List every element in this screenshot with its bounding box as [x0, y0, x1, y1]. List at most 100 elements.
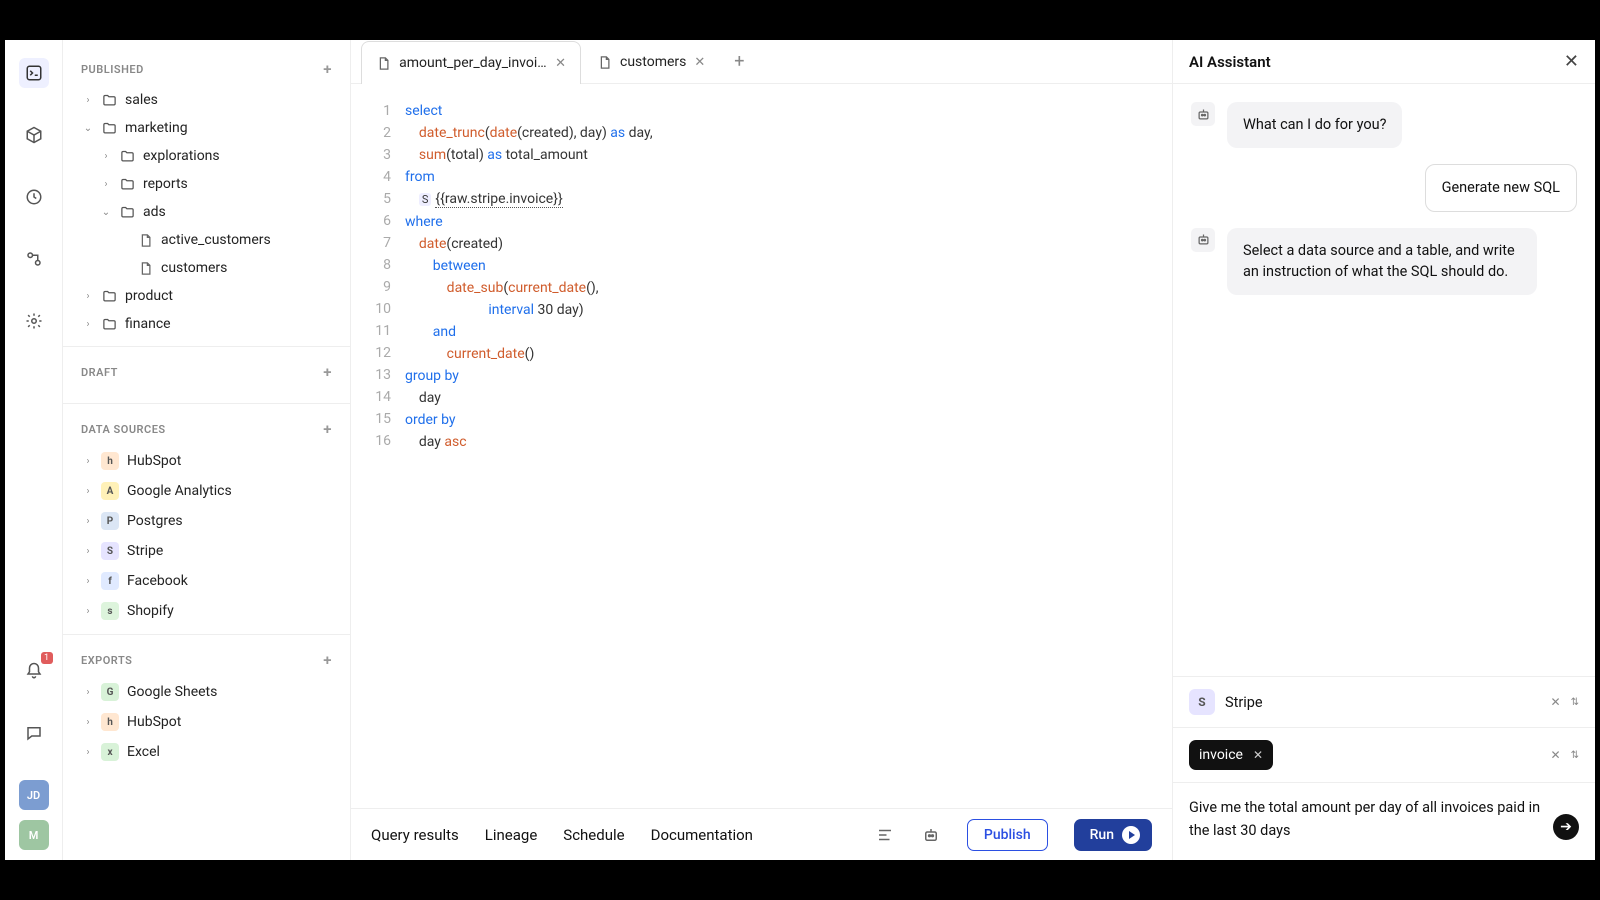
user-message[interactable]: Generate new SQL — [1425, 164, 1577, 212]
add-draft-icon[interactable]: + — [323, 363, 332, 381]
tab-lineage[interactable]: Lineage — [485, 826, 538, 844]
sidebar: PUBLISHED + ›sales⌄marketing›exploration… — [63, 40, 351, 860]
send-button[interactable]: ➔ — [1553, 814, 1579, 840]
history-icon[interactable] — [19, 182, 49, 212]
publish-button[interactable]: Publish — [967, 819, 1048, 851]
chevron-updown-icon[interactable]: ⇅ — [1571, 750, 1579, 761]
table-chip: invoice ✕ — [1189, 740, 1273, 770]
tree-item-stripe[interactable]: ›SStripe — [63, 536, 350, 566]
tree-item-google-sheets[interactable]: ›GGoogle Sheets — [63, 677, 350, 707]
source-icon: s — [101, 602, 119, 620]
chevron-icon: › — [83, 747, 93, 758]
models-icon[interactable] — [19, 244, 49, 274]
cube-icon[interactable] — [19, 120, 49, 150]
tree-item-facebook[interactable]: ›fFacebook — [63, 566, 350, 596]
chevron-icon: › — [83, 546, 93, 557]
sql-editor[interactable]: 12345678910111213141516 select date_trun… — [351, 84, 1172, 808]
tab-amount_per_day_invoic-[interactable]: amount_per_day_invoic...✕ — [361, 41, 581, 84]
run-button[interactable]: Run — [1074, 819, 1152, 851]
add-export-icon[interactable]: + — [323, 651, 332, 669]
folder-icon — [119, 204, 135, 220]
tree-item-sales[interactable]: ›sales — [63, 86, 350, 114]
tree-item-hubspot[interactable]: ›hHubSpot — [63, 446, 350, 476]
workspace-icon[interactable] — [19, 58, 49, 88]
tree-item-shopify[interactable]: ›sShopify — [63, 596, 350, 626]
chevron-icon: › — [83, 456, 93, 467]
close-tab-icon[interactable]: ✕ — [555, 56, 566, 71]
icon-rail: 1 JD M — [5, 40, 63, 860]
avatar[interactable]: JD — [19, 780, 49, 810]
main-area: amount_per_day_invoic...✕customers✕ + 12… — [351, 40, 1172, 860]
folder-icon — [101, 288, 117, 304]
bottom-bar: Query results Lineage Schedule Documenta… — [351, 808, 1172, 860]
tab-bar: amount_per_day_invoic...✕customers✕ + — [351, 40, 1172, 84]
tree-item-finance[interactable]: ›finance — [63, 310, 350, 338]
tree-item-google-analytics[interactable]: ›AGoogle Analytics — [63, 476, 350, 506]
tree-item-explorations[interactable]: ›explorations — [63, 142, 350, 170]
section-exports: EXPORTS + — [63, 643, 350, 677]
chevron-icon: › — [83, 717, 93, 728]
section-data-sources: DATA SOURCES + — [63, 412, 350, 446]
clear-source-icon[interactable]: ✕ — [1551, 695, 1561, 709]
table-select[interactable]: invoice ✕ ✕ ⇅ — [1173, 728, 1595, 783]
notification-badge: 1 — [41, 652, 53, 664]
tree-item-product[interactable]: ›product — [63, 282, 350, 310]
tree-item-active_customers[interactable]: active_customers — [63, 226, 350, 254]
chevron-icon: › — [83, 606, 93, 617]
source-icon: A — [101, 482, 119, 500]
prompt-input[interactable]: Give me the total amount per day of all … — [1189, 797, 1543, 842]
tab-schedule[interactable]: Schedule — [563, 826, 624, 844]
source-icon: f — [101, 572, 119, 590]
stripe-icon: S — [1189, 689, 1215, 715]
folder-icon — [101, 120, 117, 136]
tab-documentation[interactable]: Documentation — [651, 826, 753, 844]
close-tab-icon[interactable]: ✕ — [694, 55, 705, 70]
section-draft: DRAFT + — [63, 355, 350, 389]
remove-chip-icon[interactable]: ✕ — [1253, 748, 1263, 762]
ai-assistant-panel: AI Assistant ✕ What can I do for you? Ge… — [1172, 40, 1595, 860]
folder-icon — [101, 316, 117, 332]
tree-item-excel[interactable]: ›xExcel — [63, 737, 350, 767]
format-icon[interactable] — [875, 825, 895, 845]
add-source-icon[interactable]: + — [323, 420, 332, 438]
close-icon[interactable]: ✕ — [1564, 51, 1579, 72]
section-published: PUBLISHED + — [63, 52, 350, 86]
data-source-select[interactable]: S Stripe ✕ ⇅ — [1173, 677, 1595, 728]
chevron-icon: › — [101, 151, 111, 162]
settings-icon[interactable] — [19, 306, 49, 336]
source-icon: G — [101, 683, 119, 701]
add-tab-icon[interactable]: + — [720, 40, 758, 83]
prompt-input-block: S Stripe ✕ ⇅ invoice ✕ ✕ ⇅ Give me the t… — [1173, 676, 1595, 860]
add-published-icon[interactable]: + — [323, 60, 332, 78]
chevron-icon: ⌄ — [83, 123, 93, 134]
avatar[interactable]: M — [19, 820, 49, 850]
source-icon: P — [101, 512, 119, 530]
source-ref-chip: S — [419, 193, 432, 206]
assistant-message: Select a data source and a table, and wr… — [1227, 228, 1537, 296]
tree-item-marketing[interactable]: ⌄marketing — [63, 114, 350, 142]
chevron-icon: › — [83, 516, 93, 527]
document-icon — [596, 54, 612, 70]
chat-icon[interactable] — [19, 718, 49, 748]
tree-item-ads[interactable]: ⌄ads — [63, 198, 350, 226]
chevron-icon: › — [83, 291, 93, 302]
chevron-updown-icon[interactable]: ⇅ — [1571, 697, 1579, 708]
bot-icon — [1191, 228, 1215, 252]
chevron-icon: › — [83, 687, 93, 698]
source-icon: S — [101, 542, 119, 560]
tree-item-postgres[interactable]: ›PPostgres — [63, 506, 350, 536]
clear-table-icon[interactable]: ✕ — [1551, 748, 1561, 762]
tree-item-reports[interactable]: ›reports — [63, 170, 350, 198]
document-icon — [376, 55, 391, 71]
tab-customers[interactable]: customers✕ — [581, 40, 720, 83]
chevron-icon: › — [83, 95, 93, 106]
chevron-icon: › — [83, 319, 93, 330]
notifications-icon[interactable]: 1 — [19, 656, 49, 686]
chevron-icon: › — [83, 486, 93, 497]
tree-item-hubspot[interactable]: ›hHubSpot — [63, 707, 350, 737]
play-icon — [1122, 826, 1140, 844]
tab-query-results[interactable]: Query results — [371, 826, 459, 844]
ai-shortcut-icon[interactable] — [921, 825, 941, 845]
folder-icon — [119, 176, 135, 192]
tree-item-customers[interactable]: customers — [63, 254, 350, 282]
